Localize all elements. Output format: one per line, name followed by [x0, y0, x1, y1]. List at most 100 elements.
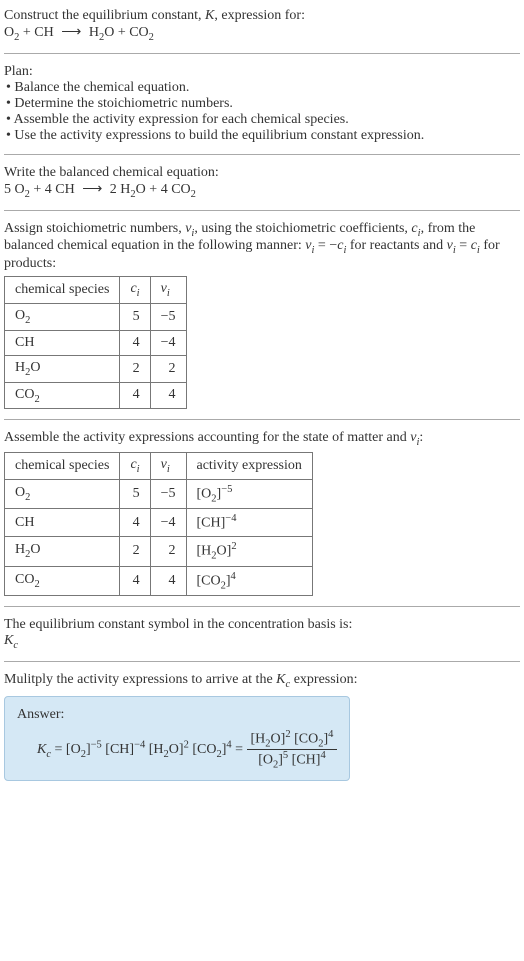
text: [CO: [197, 573, 221, 588]
cell-nu: 2: [150, 537, 186, 566]
answer-title: Answer:: [17, 707, 337, 723]
table-row: O2 5 −5 [O2]−5: [5, 479, 313, 508]
col-nui: νi: [150, 453, 186, 480]
eq-term: 5 O: [4, 182, 25, 197]
sup: 4: [231, 571, 236, 582]
balanced-equation: 5 O2 + 4 CH ⟶ 2 H2O + 4 CO2: [4, 181, 520, 200]
text: CO: [15, 387, 34, 402]
text: [H: [197, 544, 212, 559]
eq-term: 2 H: [110, 182, 131, 197]
eq-term: O: [136, 182, 146, 197]
cell-c: 4: [120, 330, 150, 355]
sub-i: i: [137, 464, 140, 475]
col-nui: νi: [150, 277, 186, 304]
k: K: [276, 672, 285, 687]
text: Assign stoichiometric numbers,: [4, 221, 185, 236]
multiply-section: Mulitply the activity expressions to arr…: [4, 672, 520, 782]
text: O]: [217, 544, 232, 559]
sup: 2: [231, 541, 236, 552]
intro-text-end: , expression for:: [214, 8, 305, 23]
cell-c: 5: [120, 303, 150, 330]
col-expr: activity expression: [186, 453, 312, 480]
text: [H: [145, 742, 163, 757]
text: , using the stoichiometric coefficients,: [194, 221, 411, 236]
sup: −5: [221, 484, 232, 495]
arrow-icon: ⟶: [57, 25, 85, 40]
text: [CH]: [288, 753, 320, 768]
col-ci: ci: [120, 277, 150, 304]
text: H: [15, 542, 25, 557]
cell-species: O2: [5, 479, 120, 508]
text: [CH]: [102, 742, 134, 757]
eq-sub: 2: [191, 189, 196, 200]
multiply-text: Mulitply the activity expressions to arr…: [4, 672, 520, 690]
sup: 4: [320, 750, 325, 761]
activity-section: Assemble the activity expressions accoun…: [4, 430, 520, 596]
text: [CH]: [197, 516, 226, 531]
numerator: [H2O]2 [CO2]4: [247, 729, 338, 750]
text: =: [232, 742, 247, 757]
cell-c: 2: [120, 355, 150, 382]
table-row: H2O 2 2: [5, 355, 187, 382]
cell-c: 4: [120, 382, 150, 409]
cell-c: 4: [120, 566, 150, 595]
table-row: CO2 4 4 [CO2]4: [5, 566, 313, 595]
sup: −4: [134, 739, 145, 750]
activity-text: Assemble the activity expressions accoun…: [4, 430, 520, 448]
cell-expr: [CO2]4: [186, 566, 312, 595]
eq-h: H: [89, 25, 99, 40]
divider: [4, 661, 520, 662]
answer-equation: Kc = [O2]−5 [CH]−4 [H2O]2 [CO2]4 = [H2O]…: [37, 729, 337, 771]
denominator: [O2]5 [CH]4: [247, 750, 338, 770]
divider: [4, 419, 520, 420]
balanced-title: Write the balanced chemical equation:: [4, 165, 520, 181]
text: CO: [15, 572, 34, 587]
text: =: [456, 238, 471, 253]
sub: 2: [34, 579, 39, 590]
table-row: H2O 2 2 [H2O]2: [5, 537, 313, 566]
sub-i: i: [167, 464, 170, 475]
text: [CO: [189, 742, 217, 757]
text: expression:: [290, 672, 357, 687]
sub-i: i: [167, 288, 170, 299]
plan-item: Assemble the activity expression for eac…: [6, 112, 520, 128]
arrow-icon: ⟶: [78, 182, 106, 197]
stoich-table: chemical species ci νi O2 5 −5 CH 4 −4 H…: [4, 276, 187, 409]
cell-nu: 4: [150, 566, 186, 595]
plan-item: Balance the chemical equation.: [6, 80, 520, 96]
eq-plus: +: [19, 25, 34, 40]
cell-nu: −4: [150, 509, 186, 537]
divider: [4, 606, 520, 607]
table-row: CO2 4 4: [5, 382, 187, 409]
symbol-section: The equilibrium constant symbol in the c…: [4, 617, 520, 651]
text: :: [419, 430, 423, 445]
k: K: [4, 633, 13, 648]
text: [CO: [291, 731, 319, 746]
sub: 2: [25, 492, 30, 503]
cell-nu: 4: [150, 382, 186, 409]
table-row: O2 5 −5: [5, 303, 187, 330]
divider: [4, 210, 520, 211]
cell-species: CH: [5, 330, 120, 355]
cell-c: 5: [120, 479, 150, 508]
cell-species: CH: [5, 509, 120, 537]
text: O: [30, 542, 40, 557]
eq-o: O: [4, 25, 14, 40]
text: O: [15, 308, 25, 323]
eq-plus: +: [114, 25, 129, 40]
plan-item: Determine the stoichiometric numbers.: [6, 96, 520, 112]
sub-c: c: [13, 640, 18, 651]
cell-expr: [H2O]2: [186, 537, 312, 566]
table-header: chemical species ci νi activity expressi…: [5, 453, 313, 480]
eq-term: + 4 CH: [30, 182, 75, 197]
intro-section: Construct the equilibrium constant, K, e…: [4, 8, 520, 43]
k: K: [37, 742, 46, 757]
text: H: [15, 360, 25, 375]
plan-item: Use the activity expressions to build th…: [6, 128, 520, 144]
eq-sub: 2: [149, 32, 154, 43]
table-header: chemical species ci νi: [5, 277, 187, 304]
eq-co: CO: [129, 25, 148, 40]
text: O]: [169, 742, 184, 757]
k-symbol: K: [205, 8, 214, 23]
text: O: [15, 485, 25, 500]
